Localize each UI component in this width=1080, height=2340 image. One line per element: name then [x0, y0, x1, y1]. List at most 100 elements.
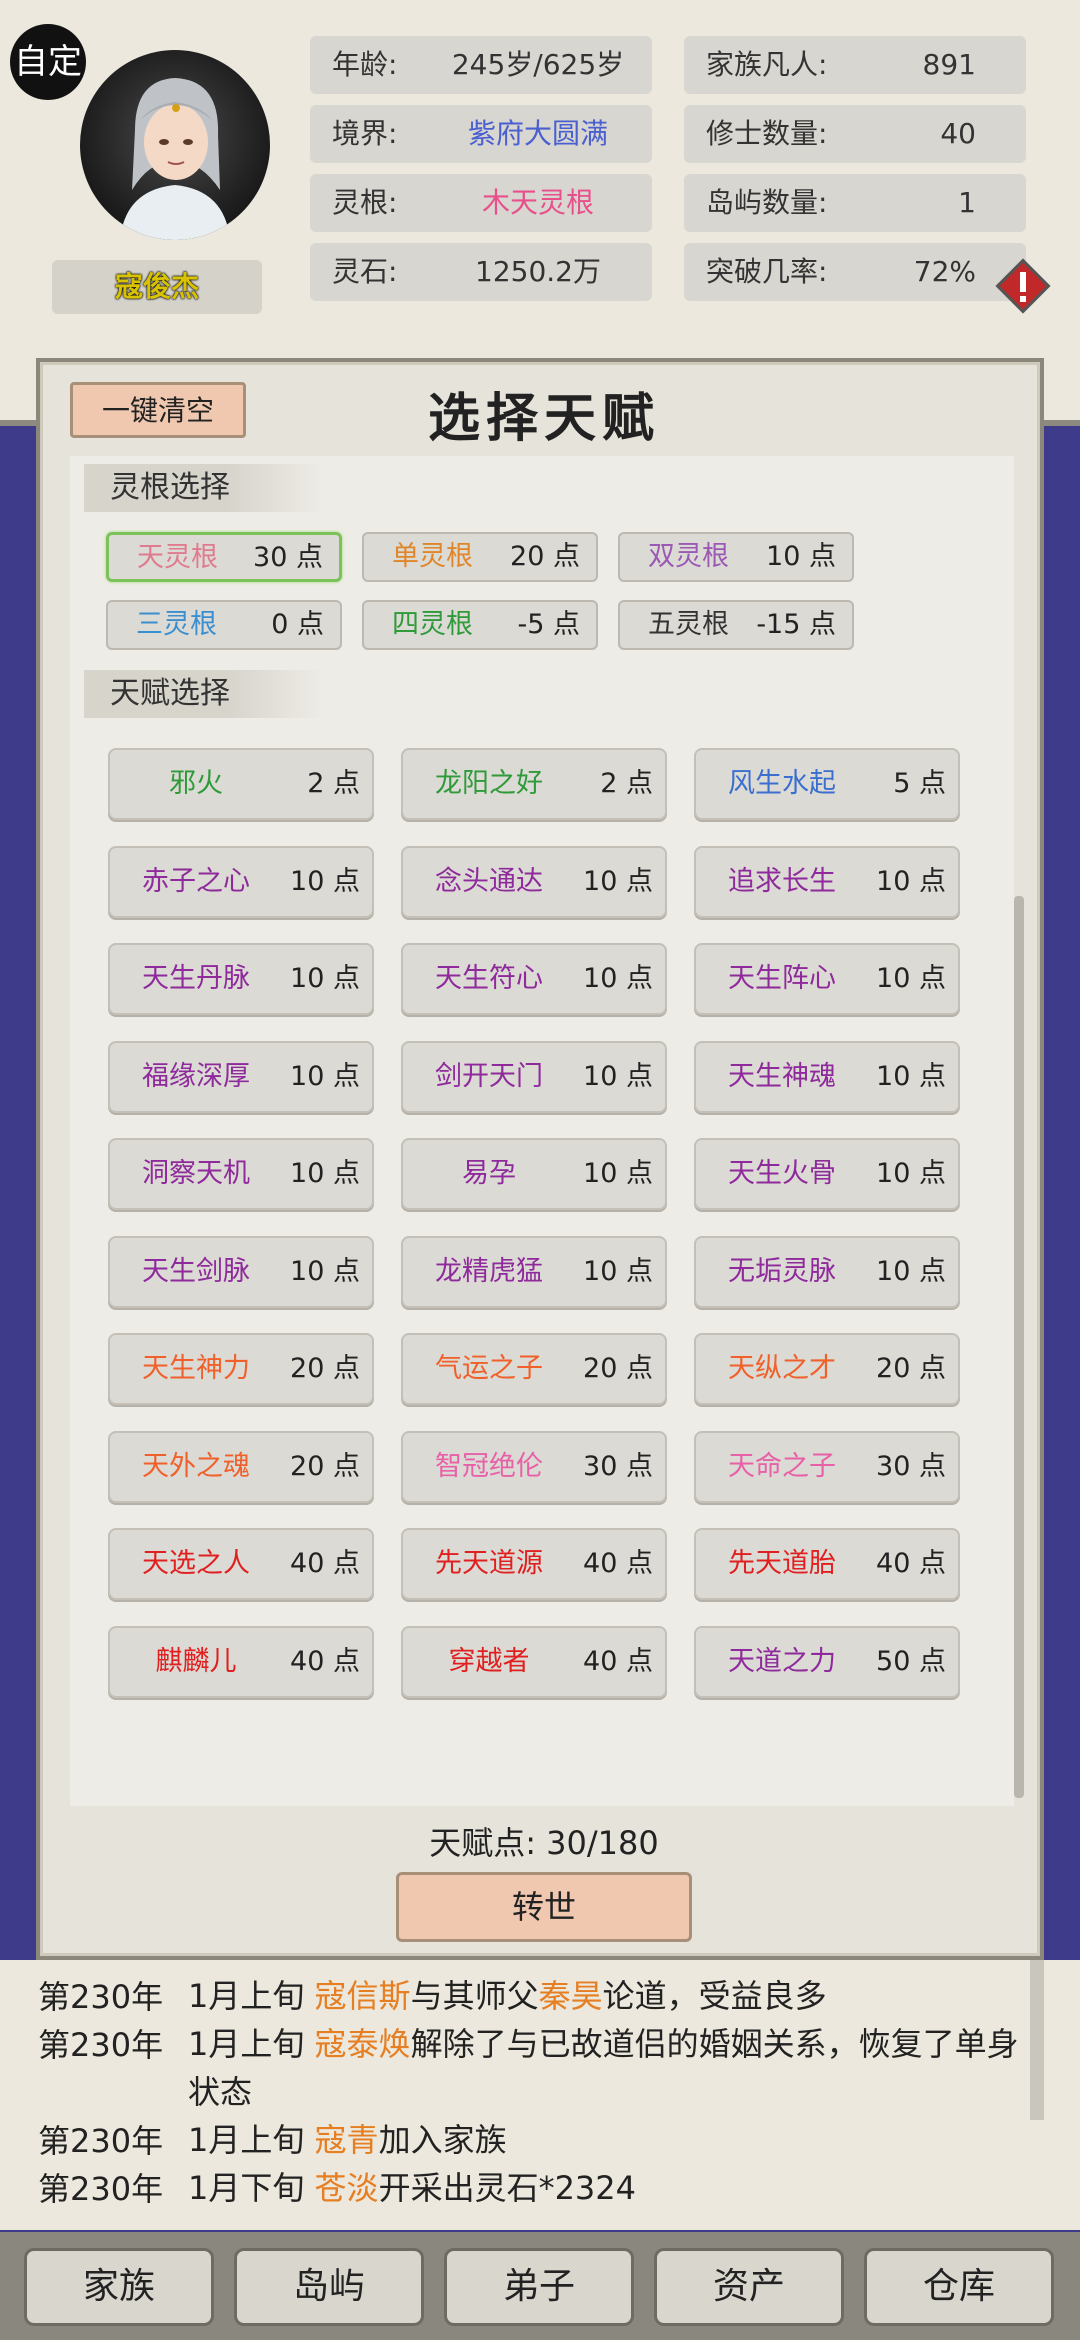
- talent-option[interactable]: 龙精虎猛 10 点: [401, 1235, 667, 1308]
- talent-option[interactable]: 穿越者 40 点: [401, 1625, 667, 1698]
- log-text: 1月上旬 寇青加入家族: [188, 2116, 1048, 2164]
- talent-name: 赤子之心: [142, 865, 250, 897]
- talent-points: 20 点: [876, 1353, 946, 1384]
- talent-points: 40 点: [583, 1645, 653, 1677]
- talent-option[interactable]: 智冠绝伦 30 点: [401, 1430, 667, 1503]
- talent-select-modal: 一键清空 选择天赋 灵根选择 天灵根 30 点单灵根 20 点双灵根 10 点三灵根 0…: [36, 358, 1044, 1960]
- talent-option[interactable]: 先天道胎 40 点: [694, 1528, 960, 1600]
- talent-name: 洞察天机: [142, 1158, 250, 1189]
- stat-label: 灵石:: [332, 255, 398, 288]
- talent-points: 40 点: [290, 1548, 360, 1579]
- modal-title: 选择天赋: [427, 388, 660, 449]
- stat-label: 家族凡人:: [706, 48, 828, 81]
- log-person-name[interactable]: 苍淡: [315, 2169, 379, 2207]
- talent-option[interactable]: 麒麟儿 40 点: [108, 1625, 374, 1698]
- root-name: 单灵根: [392, 541, 473, 572]
- talent-name: 天命之子: [728, 1450, 836, 1482]
- talent-option[interactable]: 天纵之才 20 点: [694, 1333, 960, 1405]
- log-scrollbar[interactable]: [1030, 1960, 1044, 2120]
- talent-option[interactable]: 天生剑脉 10 点: [108, 1235, 374, 1308]
- talent-option[interactable]: 天生阵心 10 点: [694, 943, 960, 1015]
- stat-value: 紫府大圆满: [467, 117, 608, 150]
- nav-button-4[interactable]: 仓库: [864, 2248, 1054, 2326]
- root-option[interactable]: 双灵根 10 点: [618, 532, 854, 582]
- stat-value: 40: [940, 117, 976, 150]
- log-person-name[interactable]: 寇青: [315, 2121, 379, 2159]
- root-option[interactable]: 天灵根 30 点: [106, 532, 342, 582]
- log-text: 1月下旬 苍淡开采出灵石*2324: [188, 2164, 1048, 2212]
- root-option[interactable]: 单灵根 20 点: [362, 532, 598, 582]
- talent-points: 10 点: [583, 1060, 653, 1092]
- stat-label: 年龄:: [332, 48, 398, 81]
- log-fragment: 1月上旬: [188, 2025, 315, 2063]
- stat-3: 灵石: 1250.2万: [310, 243, 652, 301]
- talent-option[interactable]: 天道之力 50 点: [694, 1625, 960, 1698]
- talent-option[interactable]: 赤子之心 10 点: [108, 845, 374, 918]
- talent-option[interactable]: 天生神魂 10 点: [694, 1040, 960, 1113]
- talent-points: 10 点: [583, 865, 653, 897]
- root-name: 四灵根: [392, 609, 473, 640]
- talent-points: 10 点: [290, 1255, 360, 1287]
- talent-points: 2 点: [307, 768, 360, 799]
- nav-button-1[interactable]: 岛屿: [234, 2248, 424, 2326]
- talent-option[interactable]: 天生火骨 10 点: [694, 1138, 960, 1210]
- nav-button-0[interactable]: 家族: [24, 2248, 214, 2326]
- talent-points: 10 点: [876, 1060, 946, 1092]
- talent-points: 10 点: [290, 963, 360, 994]
- talent-option[interactable]: 天命之子 30 点: [694, 1430, 960, 1503]
- log-year: 第230年: [38, 2122, 164, 2160]
- avatar-portrait-icon: [120, 78, 230, 240]
- talent-name: 追求长生: [728, 865, 836, 897]
- talent-option[interactable]: 念头通达 10 点: [401, 845, 667, 918]
- talent-option[interactable]: 邪火 2 点: [108, 748, 374, 820]
- talent-option[interactable]: 气运之子 20 点: [401, 1333, 667, 1405]
- talent-name: 邪火: [169, 768, 223, 799]
- rebirth-button[interactable]: 转世: [396, 1872, 692, 1942]
- log-year: 第230年: [38, 2170, 164, 2208]
- root-option[interactable]: 五灵根 -15 点: [618, 600, 854, 650]
- exclamation-diamond-icon[interactable]: [995, 258, 1051, 314]
- talent-option[interactable]: 天生神力 20 点: [108, 1333, 374, 1405]
- nav-button-3[interactable]: 资产: [654, 2248, 844, 2326]
- log-person-name[interactable]: 寇信斯: [315, 1977, 411, 2015]
- talent-points: 10 点: [876, 865, 946, 897]
- talent-option[interactable]: 无垢灵脉 10 点: [694, 1235, 960, 1308]
- talent-option[interactable]: 风生水起 5 点: [694, 748, 960, 820]
- scrollbar[interactable]: [1014, 896, 1024, 1798]
- talent-name: 福缘深厚: [142, 1060, 250, 1092]
- root-option[interactable]: 三灵根 0 点: [106, 600, 342, 650]
- talent-section-label: 天赋选择: [84, 670, 324, 718]
- talent-name: 无垢灵脉: [728, 1255, 836, 1287]
- talent-option[interactable]: 追求长生 10 点: [694, 845, 960, 918]
- talent-option[interactable]: 先天道源 40 点: [401, 1528, 667, 1600]
- talent-name: 先天道胎: [728, 1548, 836, 1579]
- talent-points: 10 点: [583, 1255, 653, 1287]
- log-person-name[interactable]: 秦昊: [539, 1977, 603, 2015]
- nav-button-2[interactable]: 弟子: [444, 2248, 634, 2326]
- talent-option[interactable]: 剑开天门 10 点: [401, 1040, 667, 1113]
- talent-option[interactable]: 龙阳之好 2 点: [401, 748, 667, 820]
- stat-value: 1: [958, 186, 976, 219]
- talent-option[interactable]: 天生符心 10 点: [401, 943, 667, 1015]
- talent-option[interactable]: 洞察天机 10 点: [108, 1138, 374, 1210]
- root-section-label: 灵根选择: [84, 464, 324, 512]
- talent-points: 10 点: [290, 1060, 360, 1092]
- talent-points: 20 点: [290, 1450, 360, 1482]
- talent-option[interactable]: 天生丹脉 10 点: [108, 943, 374, 1015]
- talent-option[interactable]: 易孕 10 点: [401, 1138, 667, 1210]
- auto-badge[interactable]: 自定: [10, 24, 86, 100]
- log-person-name[interactable]: 寇泰焕: [315, 2025, 411, 2063]
- log-fragment: 开采出灵石*2324: [378, 2169, 637, 2207]
- root-option[interactable]: 四灵根 -5 点: [362, 600, 598, 650]
- character-avatar[interactable]: [80, 50, 270, 240]
- talent-points: 2 点: [600, 768, 653, 799]
- talent-scroll-area[interactable]: 灵根选择 天灵根 30 点单灵根 20 点双灵根 10 点三灵根 0 点四灵根 -5 点五…: [70, 456, 1024, 1806]
- talent-points: 40 点: [290, 1645, 360, 1677]
- talent-points: 30 点: [876, 1450, 946, 1482]
- log-year: 第230年: [38, 2026, 164, 2064]
- log-text: 1月上旬 寇信斯与其师父秦昊论道，受益良多: [188, 1972, 1048, 2020]
- talent-option[interactable]: 天选之人 40 点: [108, 1528, 374, 1600]
- talent-option[interactable]: 天外之魂 20 点: [108, 1430, 374, 1503]
- talent-option[interactable]: 福缘深厚 10 点: [108, 1040, 374, 1113]
- stat-value: 1250.2万: [475, 255, 601, 288]
